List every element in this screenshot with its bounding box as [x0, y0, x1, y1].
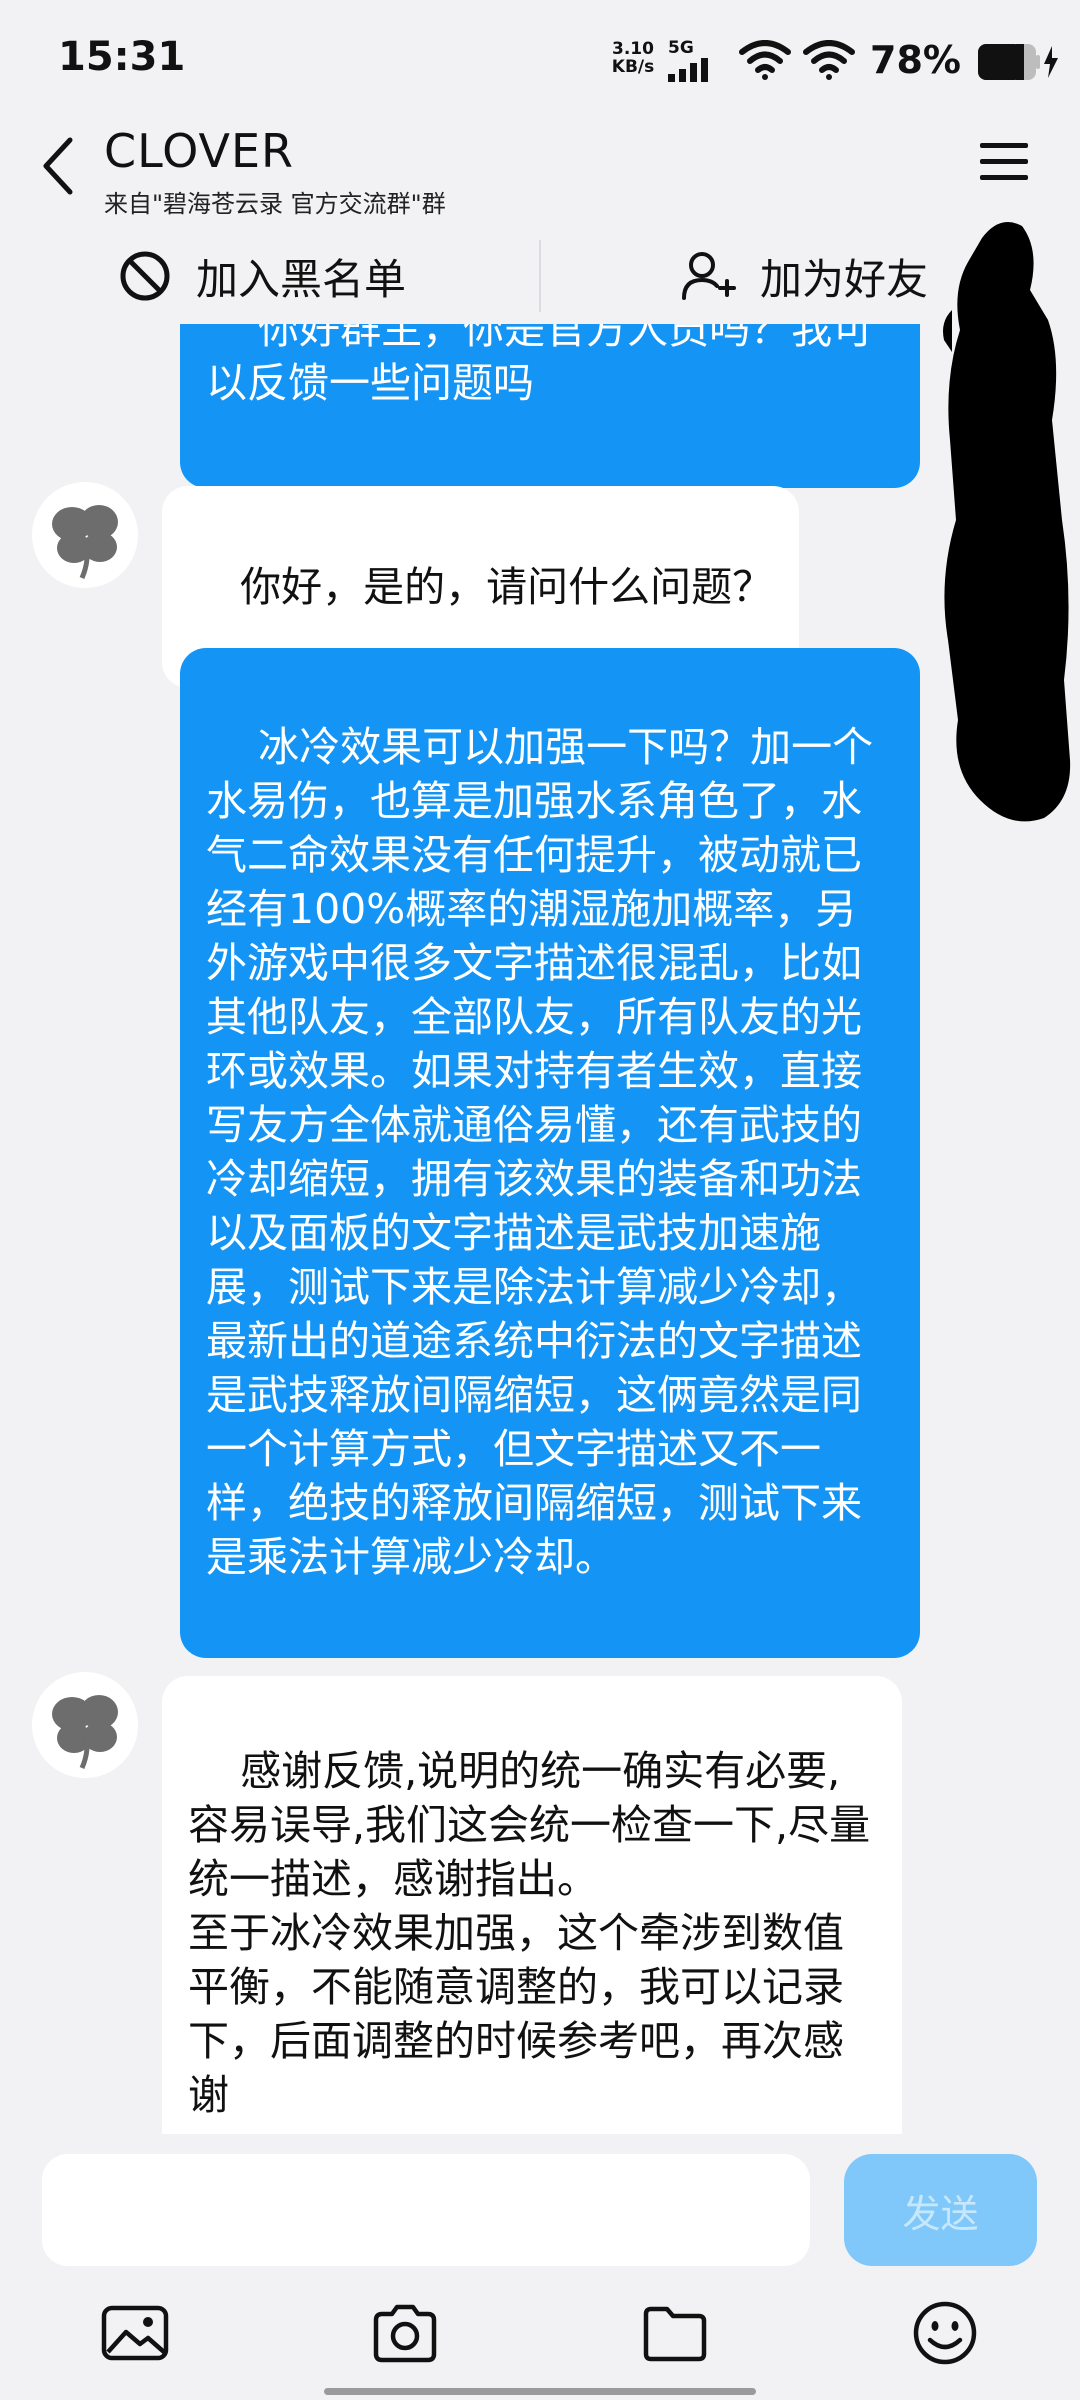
wifi-icon [739, 40, 791, 80]
source-group-subtitle: 来自"碧海苍云录 官方交流群"群 [104, 190, 446, 218]
folder-icon[interactable] [640, 2298, 710, 2368]
composer-toolbar [0, 2284, 1080, 2400]
emoji-icon[interactable] [910, 2298, 980, 2368]
message-text: 冰冷效果可以加强一下吗？加一个水易伤，也算是加强水系角色了，水气二命效果没有任何… [206, 723, 874, 1581]
add-friend-button[interactable]: 加为好友 [680, 228, 928, 324]
back-arrow-icon[interactable] [36, 134, 80, 198]
my-message-bubble[interactable]: 冰冷效果可以加强一下吗？加一个水易伤，也算是加强水系角色了，水气二命效果没有任何… [180, 648, 920, 1658]
my-message-bubble[interactable]: 你好群主，你是官方人员吗？我可以反馈一些问题吗 [180, 324, 920, 488]
message-input[interactable] [42, 2154, 810, 2266]
message-composer: 发送 [0, 2134, 1080, 2284]
avatar[interactable] [32, 1672, 138, 1778]
message-text: 你好群主，你是官方人员吗？我可以反馈一些问题吗 [206, 324, 874, 407]
chat-header: CLOVER 来自"碧海苍云录 官方交流群"群 [0, 120, 1080, 228]
image-icon[interactable] [100, 2298, 170, 2368]
add-person-icon [682, 252, 736, 300]
status-bar: 15:31 3.10 KB/s 5G 78% [0, 0, 1080, 120]
send-button[interactable]: 发送 [844, 2154, 1037, 2266]
contact-name: CLOVER [104, 124, 294, 178]
chat-message-list[interactable]: 你好群主，你是官方人员吗？我可以反馈一些问题吗 你好，是的，请问什么问题？ 冰冷… [0, 324, 1080, 2134]
block-icon [120, 251, 170, 301]
battery-charging-icon [978, 44, 1058, 80]
clover-avatar-icon [52, 1695, 118, 1770]
home-indicator[interactable] [324, 2388, 756, 2395]
network-speed-value: 3.10 [612, 39, 654, 59]
wifi-icon-secondary [803, 40, 855, 80]
cellular-signal-icon: 5G [668, 36, 728, 84]
message-text: 你好，是的，请问什么问题？ [240, 563, 774, 611]
battery-percentage: 78% [870, 38, 961, 82]
message-text: 感谢反馈,说明的统一确实有必要,容易误导,我们这会统一检查一下,尽量统一描述，感… [188, 1747, 871, 2119]
blacklist-label: 加入黑名单 [196, 254, 407, 304]
camera-icon[interactable] [370, 2298, 440, 2368]
network-speed-unit: KB/s [611, 57, 655, 77]
add-to-blacklist-button[interactable]: 加入黑名单 [118, 228, 406, 324]
menu-icon[interactable] [978, 140, 1030, 184]
network-type-label: 5G [668, 38, 694, 58]
contact-message-bubble[interactable]: 感谢反馈,说明的统一确实有必要,容易误导,我们这会统一检查一下,尽量统一描述，感… [162, 1676, 902, 2134]
action-divider [539, 240, 541, 312]
stranger-action-bar: 加入黑名单 加为好友 [0, 228, 1080, 324]
avatar[interactable] [32, 482, 138, 588]
clover-avatar-icon [52, 505, 118, 580]
status-time: 15:31 [58, 34, 186, 80]
network-speed: 3.10 KB/s [608, 40, 658, 76]
add-friend-label: 加为好友 [760, 254, 929, 304]
